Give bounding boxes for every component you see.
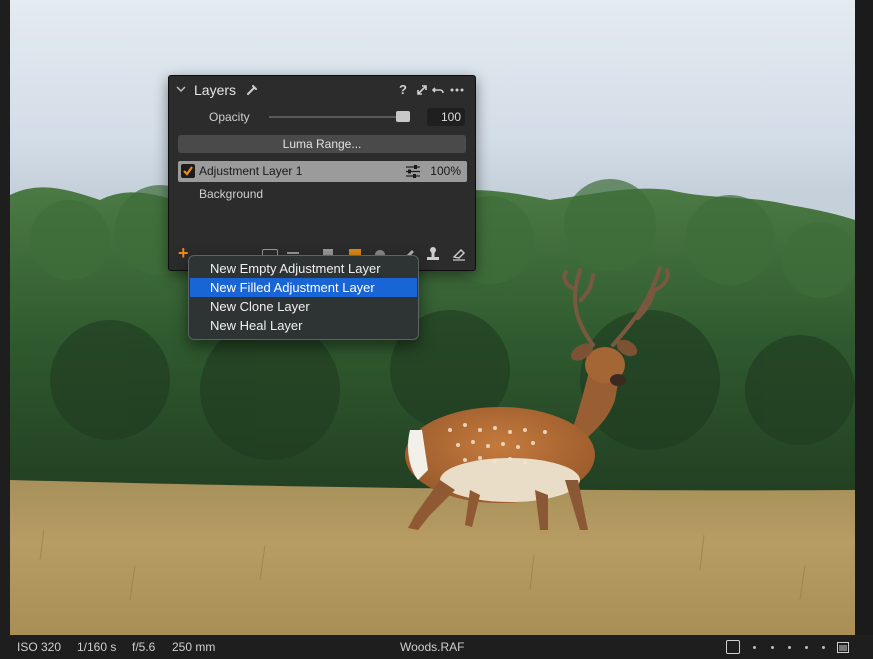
crop-frame-icon[interactable] <box>726 640 740 654</box>
opacity-label: Opacity <box>209 110 250 124</box>
eraser-icon[interactable] <box>451 246 467 262</box>
rating-dot-1[interactable] <box>753 646 756 649</box>
stamp-icon[interactable] <box>425 246 441 262</box>
brush-icon[interactable] <box>287 252 299 254</box>
layer-enabled-checkbox[interactable] <box>181 164 195 178</box>
reset-icon[interactable] <box>431 83 445 97</box>
layers-panel: Layers ? Opacity 100 Luma Range... Adjus… <box>168 75 476 271</box>
layer-opacity: 100% <box>430 164 461 178</box>
layer-row-adjustment-1[interactable]: Adjustment Layer 1 100% <box>178 161 467 182</box>
layer-row-background[interactable]: Background <box>199 187 263 201</box>
right-edge-strip <box>855 0 873 635</box>
eyedropper-icon[interactable] <box>245 83 259 97</box>
opacity-slider-knob[interactable] <box>396 111 410 122</box>
add-layer-menu: New Empty Adjustment Layer New Filled Ad… <box>188 255 419 340</box>
add-layer-icon[interactable]: + <box>178 243 189 264</box>
chevron-down-icon[interactable] <box>176 85 186 93</box>
menu-item-new-clone-layer[interactable]: New Clone Layer <box>190 297 417 316</box>
rating-dot-4[interactable] <box>805 646 808 649</box>
menu-list-icon[interactable] <box>837 642 849 653</box>
menu-item-new-filled-adjustment-layer[interactable]: New Filled Adjustment Layer <box>190 278 417 297</box>
file-name: Woods.RAF <box>400 640 465 654</box>
menu-item-new-heal-layer[interactable]: New Heal Layer <box>190 316 417 335</box>
rating-dot-3[interactable] <box>788 646 791 649</box>
opacity-value-field[interactable]: 100 <box>427 108 465 126</box>
more-icon[interactable] <box>450 83 464 97</box>
aperture-value: f/5.6 <box>132 640 156 654</box>
help-icon[interactable]: ? <box>399 82 407 97</box>
adjustments-icon[interactable] <box>405 165 421 178</box>
focal-length: 250 mm <box>172 640 216 654</box>
menu-item-new-empty-adjustment-layer[interactable]: New Empty Adjustment Layer <box>190 259 417 278</box>
expand-icon[interactable] <box>415 83 429 97</box>
status-bar: ISO 320 1/160 s f/5.6 250 mm Woods.RAF <box>0 635 873 659</box>
luma-range-button[interactable]: Luma Range... <box>178 135 466 153</box>
shutter-speed: 1/160 s <box>77 640 117 654</box>
rating-dot-2[interactable] <box>771 646 774 649</box>
opacity-slider[interactable] <box>269 116 409 118</box>
layer-name: Adjustment Layer 1 <box>199 164 303 178</box>
panel-title: Layers <box>194 82 237 98</box>
rating-dot-5[interactable] <box>822 646 825 649</box>
iso-value: ISO 320 <box>17 640 62 654</box>
